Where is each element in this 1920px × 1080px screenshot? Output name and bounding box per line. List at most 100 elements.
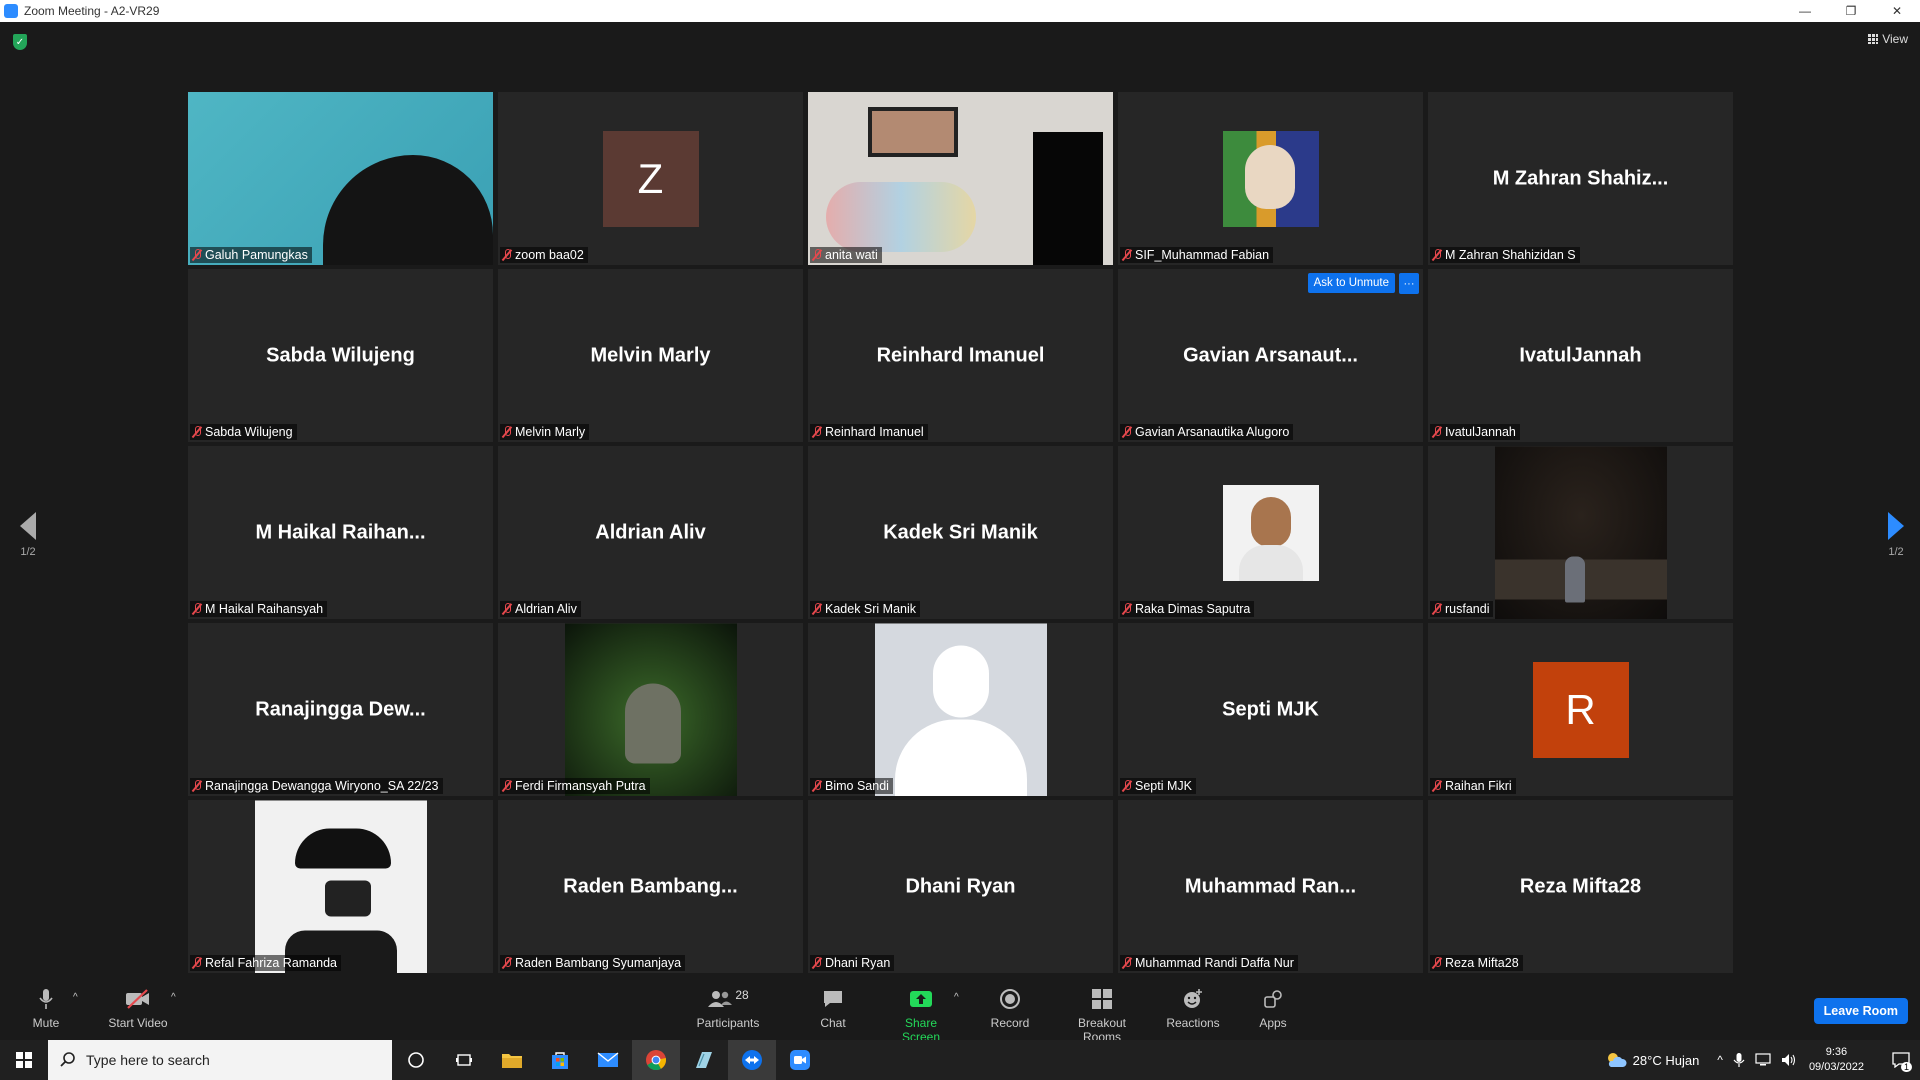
chrome-taskbar-button[interactable] <box>632 1040 680 1080</box>
ask-to-unmute-button[interactable]: Ask to Unmute <box>1307 273 1395 293</box>
participant-name-label: rusfandi <box>1430 601 1494 617</box>
mic-muted-icon <box>812 957 822 969</box>
participant-tile[interactable]: M Haikal Raihan... M Haikal Raihansyah <box>188 446 493 619</box>
participant-tile[interactable]: R Raihan Fikri <box>1428 623 1733 796</box>
start-video-button[interactable]: Start Video <box>106 988 170 1030</box>
mute-button[interactable]: Mute <box>28 988 64 1030</box>
participant-name-label: SIF_Muhammad Fabian <box>1120 247 1274 263</box>
participant-tile[interactable]: Zzoom baa02 <box>498 92 803 265</box>
participant-tile[interactable]: Gavian Arsanaut... Ask to Unmute ··· Gavian… <box>1118 269 1423 442</box>
participant-tile[interactable]: Raden Bambang... Raden Bambang Syumanjaya <box>498 800 803 973</box>
weather-text[interactable]: 28°C Hujan <box>1633 1053 1700 1068</box>
participant-tile[interactable]: Muhammad Ran... Muhammad Randi Daffa Nur <box>1118 800 1423 973</box>
mic-muted-icon <box>1432 780 1442 792</box>
participant-tile[interactable]: M Zahran Shahiz... M Zahran Shahizidan S <box>1428 92 1733 265</box>
participant-tile[interactable]: Reinhard Imanuel Reinhard Imanuel <box>808 269 1113 442</box>
breakout-rooms-button[interactable]: Breakout Rooms <box>1058 988 1146 1044</box>
weather-cloud-icon <box>1607 1053 1627 1067</box>
smiley-icon <box>1166 988 1220 1010</box>
profile-picture <box>1222 130 1319 227</box>
reactions-button[interactable]: Reactions <box>1166 988 1220 1030</box>
participant-tile[interactable]: Reza Mifta28 Reza Mifta28 <box>1428 800 1733 973</box>
mic-muted-icon <box>192 603 202 615</box>
volume-icon[interactable] <box>1781 1053 1797 1067</box>
next-page-button[interactable]: 1/2 <box>1876 512 1916 558</box>
zoom-camera-icon <box>790 1050 810 1070</box>
audio-options-caret[interactable]: ^ <box>73 992 78 1003</box>
mic-muted-icon <box>502 603 512 615</box>
mic-muted-icon <box>1432 426 1442 438</box>
participant-display-name: Aldrian Aliv <box>595 521 706 543</box>
mic-muted-icon <box>812 780 822 792</box>
close-button[interactable]: ✕ <box>1874 0 1920 22</box>
restore-button[interactable]: ❐ <box>1828 0 1874 22</box>
record-button[interactable]: Record <box>990 988 1030 1030</box>
webcam-room-view <box>808 92 1113 265</box>
participant-tile[interactable]: Aldrian Aliv Aldrian Aliv <box>498 446 803 619</box>
participant-tile[interactable]: Galuh Pamungkas <box>188 92 493 265</box>
mic-muted-icon <box>1122 249 1132 261</box>
participant-tile[interactable]: Bimo Sandi <box>808 623 1113 796</box>
participant-tile[interactable]: rusfandi <box>1428 446 1733 619</box>
participant-display-name: M Zahran Shahiz... <box>1492 167 1669 189</box>
participant-tile[interactable]: Refal Fahriza Ramanda <box>188 800 493 973</box>
file-explorer-taskbar-button[interactable] <box>488 1040 536 1080</box>
mic-muted-icon <box>192 780 202 792</box>
participant-tile[interactable]: SIF_Muhammad Fabian <box>1118 92 1423 265</box>
participant-tile[interactable]: Kadek Sri Manik Kadek Sri Manik <box>808 446 1113 619</box>
notes-app-taskbar-button[interactable] <box>680 1040 728 1080</box>
participants-count: 28 <box>735 988 749 1002</box>
participant-display-name: Dhani Ryan <box>905 875 1016 897</box>
notification-center-button[interactable]: 1 <box>1882 1040 1920 1080</box>
participants-button[interactable]: 28 Participants <box>695 988 761 1030</box>
meeting-toolbar: Mute ^ Start Video ^ 28 Participants Cha… <box>0 982 1920 1044</box>
start-button[interactable] <box>0 1040 48 1080</box>
network-icon[interactable] <box>1755 1053 1771 1067</box>
participant-name-label: M Zahran Shahizidan S <box>1430 247 1580 263</box>
participant-name-label: Sabda Wilujeng <box>190 424 297 440</box>
participant-tile[interactable]: Ferdi Firmansyah Putra <box>498 623 803 796</box>
zoom-taskbar-button[interactable] <box>776 1040 824 1080</box>
participant-tile[interactable]: Melvin Marly Melvin Marly <box>498 269 803 442</box>
teamviewer-taskbar-button[interactable] <box>728 1040 776 1080</box>
participant-display-name: Melvin Marly <box>590 344 711 366</box>
share-options-caret[interactable]: ^ <box>954 992 959 1003</box>
leave-room-button[interactable]: Leave Room <box>1813 998 1908 1024</box>
video-options-caret[interactable]: ^ <box>171 992 176 1003</box>
more-options-button[interactable]: ··· <box>1399 273 1419 294</box>
mail-icon <box>597 1052 619 1067</box>
prev-page-button[interactable]: 1/2 <box>8 512 48 558</box>
participant-display-name: Gavian Arsanaut... <box>1183 344 1358 366</box>
participant-tile[interactable]: anita wati <box>808 92 1113 265</box>
chat-button[interactable]: Chat <box>818 988 848 1030</box>
folder-icon <box>502 1054 522 1068</box>
participant-tile[interactable]: IvatulJannah IvatulJannah <box>1428 269 1733 442</box>
share-screen-button[interactable]: Share Screen <box>885 988 957 1044</box>
participant-name-label: Aldrian Aliv <box>500 601 581 617</box>
participant-tile[interactable]: Septi MJK Septi MJK <box>1118 623 1423 796</box>
view-button[interactable]: View <box>1868 32 1908 46</box>
taskbar-clock[interactable]: 9:36 09/03/2022 <box>1809 1045 1864 1075</box>
video-off-icon <box>106 988 170 1010</box>
cortana-button[interactable] <box>392 1040 440 1080</box>
participant-name-label: zoom baa02 <box>500 247 588 263</box>
taskbar-search-box[interactable]: Type here to search <box>48 1040 392 1080</box>
participant-tile[interactable]: Ranajingga Dew... Ranajingga Dewangga Wir… <box>188 623 493 796</box>
participant-tile[interactable]: Dhani Ryan Dhani Ryan <box>808 800 1113 973</box>
store-taskbar-button[interactable] <box>536 1040 584 1080</box>
participant-name-label: Muhammad Randi Daffa Nur <box>1120 955 1298 971</box>
encryption-shield-icon[interactable]: ✓ <box>13 34 27 50</box>
participant-name-label: anita wati <box>810 247 882 263</box>
minimize-button[interactable]: — <box>1782 0 1828 22</box>
apps-button[interactable]: Apps <box>1256 988 1290 1030</box>
participant-display-name: Kadek Sri Manik <box>883 521 1038 543</box>
participant-tile[interactable]: Raka Dimas Saputra <box>1118 446 1423 619</box>
notification-count: 1 <box>1900 1062 1912 1072</box>
microphone-tray-icon[interactable] <box>1733 1052 1745 1068</box>
grid-icon <box>1868 34 1879 44</box>
notes-app-icon <box>696 1052 712 1068</box>
participant-tile[interactable]: Sabda Wilujeng Sabda Wilujeng <box>188 269 493 442</box>
show-hidden-icons-chevron[interactable]: ^ <box>1717 1053 1723 1067</box>
task-view-button[interactable] <box>440 1040 488 1080</box>
mail-taskbar-button[interactable] <box>584 1040 632 1080</box>
